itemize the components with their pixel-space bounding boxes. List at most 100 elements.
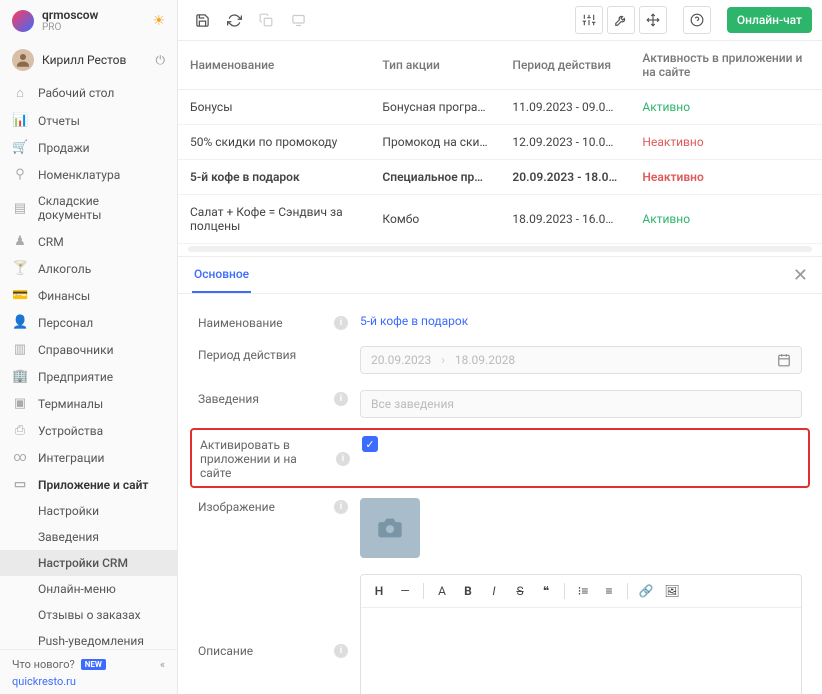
sidebar-item[interactable]: 📊 Отчеты (0, 107, 177, 134)
settings-sliders-button[interactable] (575, 6, 603, 34)
ed-bold-button[interactable]: B (456, 579, 480, 603)
sidebar-item-label: Персонал (38, 316, 93, 330)
site-link[interactable]: quickresto.ru (12, 673, 165, 688)
sidebar-subitem[interactable]: Push-уведомления (0, 628, 177, 649)
avatar-icon[interactable] (12, 49, 34, 71)
help-button[interactable] (683, 6, 711, 34)
row-period: Период действия 20.09.2023 › 18.09.2028 (198, 338, 802, 382)
row-activate: Активировать в приложении и на сайте i ✓ (190, 428, 810, 488)
close-icon[interactable]: ✕ (793, 265, 808, 286)
horizontal-scrollbar[interactable] (188, 246, 812, 252)
sidebar-item[interactable]: 🏢Предприятие (0, 363, 177, 390)
table-row[interactable]: 5-й кофе в подарокСпециальное предложен…… (178, 160, 822, 195)
ed-link-button[interactable]: 🔗 (634, 579, 658, 603)
cell-status: Неактивно (630, 125, 822, 160)
info-icon[interactable]: i (334, 644, 348, 658)
cell-type: Комбо (370, 195, 500, 244)
cell-status: Неактивно (630, 160, 822, 195)
nav-app-site[interactable]: ▭ Приложение и сайт (0, 471, 177, 498)
col-type[interactable]: Тип акции (370, 41, 500, 90)
promo-table: Наименование Тип акции Период действия А… (178, 41, 822, 256)
sidebar-item[interactable]: 🍸Алкоголь (0, 255, 177, 282)
sidebar-subitem[interactable]: Настройки (0, 498, 177, 524)
sidebar-item-label: Финансы (38, 289, 90, 303)
table-row[interactable]: 50% скидки по промокодуПромокод на скидк… (178, 125, 822, 160)
cell-status: Активно (630, 90, 822, 125)
nav-icon: 📊 (12, 113, 28, 128)
move-button[interactable] (639, 6, 667, 34)
table-row[interactable]: Салат + Кофе = Сэндвич за полценыКомбо18… (178, 195, 822, 244)
theme-toggle-icon[interactable]: ☀ (152, 13, 165, 29)
cell-period: 11.09.2023 - 09.09.2028 (500, 90, 630, 125)
image-upload[interactable] (360, 498, 420, 558)
calendar-icon[interactable] (777, 353, 791, 367)
nav-icon: 🏢 (12, 369, 28, 384)
sidebar-item[interactable]: ∞Интеграции (0, 444, 177, 471)
sidebar-item[interactable]: 💳Финансы (0, 282, 177, 309)
tab-main[interactable]: Основное (192, 257, 251, 293)
chevron-left-icon: « (160, 658, 165, 671)
ed-ol-button[interactable]: ≡ (597, 579, 621, 603)
sidebar-subitem[interactable]: Онлайн-меню (0, 576, 177, 602)
info-icon[interactable]: i (336, 452, 350, 466)
row-image: Изображение i (198, 490, 802, 566)
activate-checkbox[interactable]: ✓ (362, 436, 378, 452)
logout-icon[interactable]: ⏻ (156, 53, 166, 68)
logo-icon (12, 10, 34, 32)
sidebar-subitem[interactable]: Отзывы о заказах (0, 602, 177, 628)
sidebar-item[interactable]: ▥Справочники (0, 336, 177, 363)
col-name[interactable]: Наименование (178, 41, 370, 90)
sidebar-item[interactable]: ▤Складские документы (0, 188, 177, 228)
sidebar-subitem[interactable]: Заведения (0, 524, 177, 550)
sidebar-item-label: Справочники (38, 343, 114, 357)
ed-font-button[interactable]: A (430, 579, 454, 603)
ed-hr-button[interactable]: — (393, 579, 417, 603)
sidebar-item[interactable]: 👤 Персонал (0, 309, 177, 336)
copy-button[interactable] (252, 6, 280, 34)
sidebar-item-label: Push-уведомления (38, 634, 144, 648)
sidebar-item-label: Онлайн-меню (38, 582, 116, 596)
sidebar-item[interactable]: 🛒Продажи (0, 134, 177, 161)
value-name[interactable]: 5-й кофе в подарок (360, 314, 802, 328)
info-icon[interactable]: i (334, 392, 348, 406)
ed-quote-button[interactable]: ❝ (534, 579, 558, 603)
nav-icon: 👤 (12, 315, 28, 330)
ed-heading-button[interactable]: H (367, 579, 391, 603)
sidebar-item[interactable]: ⎙Устройства (0, 417, 177, 444)
ed-strike-button[interactable]: S (508, 579, 532, 603)
table-row[interactable]: БонусыБонусная программа11.09.2023 - 09.… (178, 90, 822, 125)
cell-period: 18.09.2023 - 16.09.2028 (500, 195, 630, 244)
col-activity[interactable]: Активность в приложении и на сайте (630, 41, 822, 90)
save-button[interactable] (188, 6, 216, 34)
editor-toolbar: H — A B I S ❝ ⁝≡ ≡ (361, 575, 801, 608)
sidebar-item[interactable]: ⚲Номенклатура (0, 161, 177, 188)
sidebar-item[interactable]: ▣Терминалы (0, 390, 177, 417)
toolbar: Онлайн-чат (178, 0, 822, 41)
online-chat-button[interactable]: Онлайн-чат (727, 7, 812, 33)
venues-input[interactable]: Все заведения (360, 390, 802, 418)
sidebar-item-label: Отчеты (38, 114, 80, 128)
sidebar-subitem[interactable]: Настройки CRM (0, 550, 177, 576)
info-icon[interactable]: i (334, 316, 348, 330)
ed-italic-button[interactable]: I (482, 579, 506, 603)
nav-icon: ▤ (12, 201, 28, 216)
refresh-button[interactable] (220, 6, 248, 34)
sidebar-item[interactable]: ⌂Рабочий стол (0, 79, 177, 107)
editor-body[interactable] (361, 608, 801, 694)
col-period[interactable]: Период действия (500, 41, 630, 90)
info-icon[interactable]: i (334, 500, 348, 514)
detail-tabs: Основное ✕ (178, 257, 822, 294)
whats-new-link[interactable]: Что нового? NEW « (12, 656, 165, 673)
screen-button[interactable] (284, 6, 312, 34)
row-name: Наименование i 5-й кофе в подарок (198, 306, 802, 338)
ed-ul-button[interactable]: ⁝≡ (571, 579, 595, 603)
nav-icon: ∞ (12, 450, 28, 465)
user-name: Кирилл Рестов (42, 53, 148, 67)
nav-app-site-label: Приложение и сайт (38, 478, 148, 492)
tools-button[interactable] (607, 6, 635, 34)
period-input[interactable]: 20.09.2023 › 18.09.2028 (360, 346, 802, 374)
nav-icon: ⎙ (12, 423, 28, 438)
nav-icon: ⚲ (12, 167, 28, 182)
sidebar-item[interactable]: ♟CRM (0, 228, 177, 255)
ed-image-button[interactable]: 🖼 (660, 579, 684, 603)
